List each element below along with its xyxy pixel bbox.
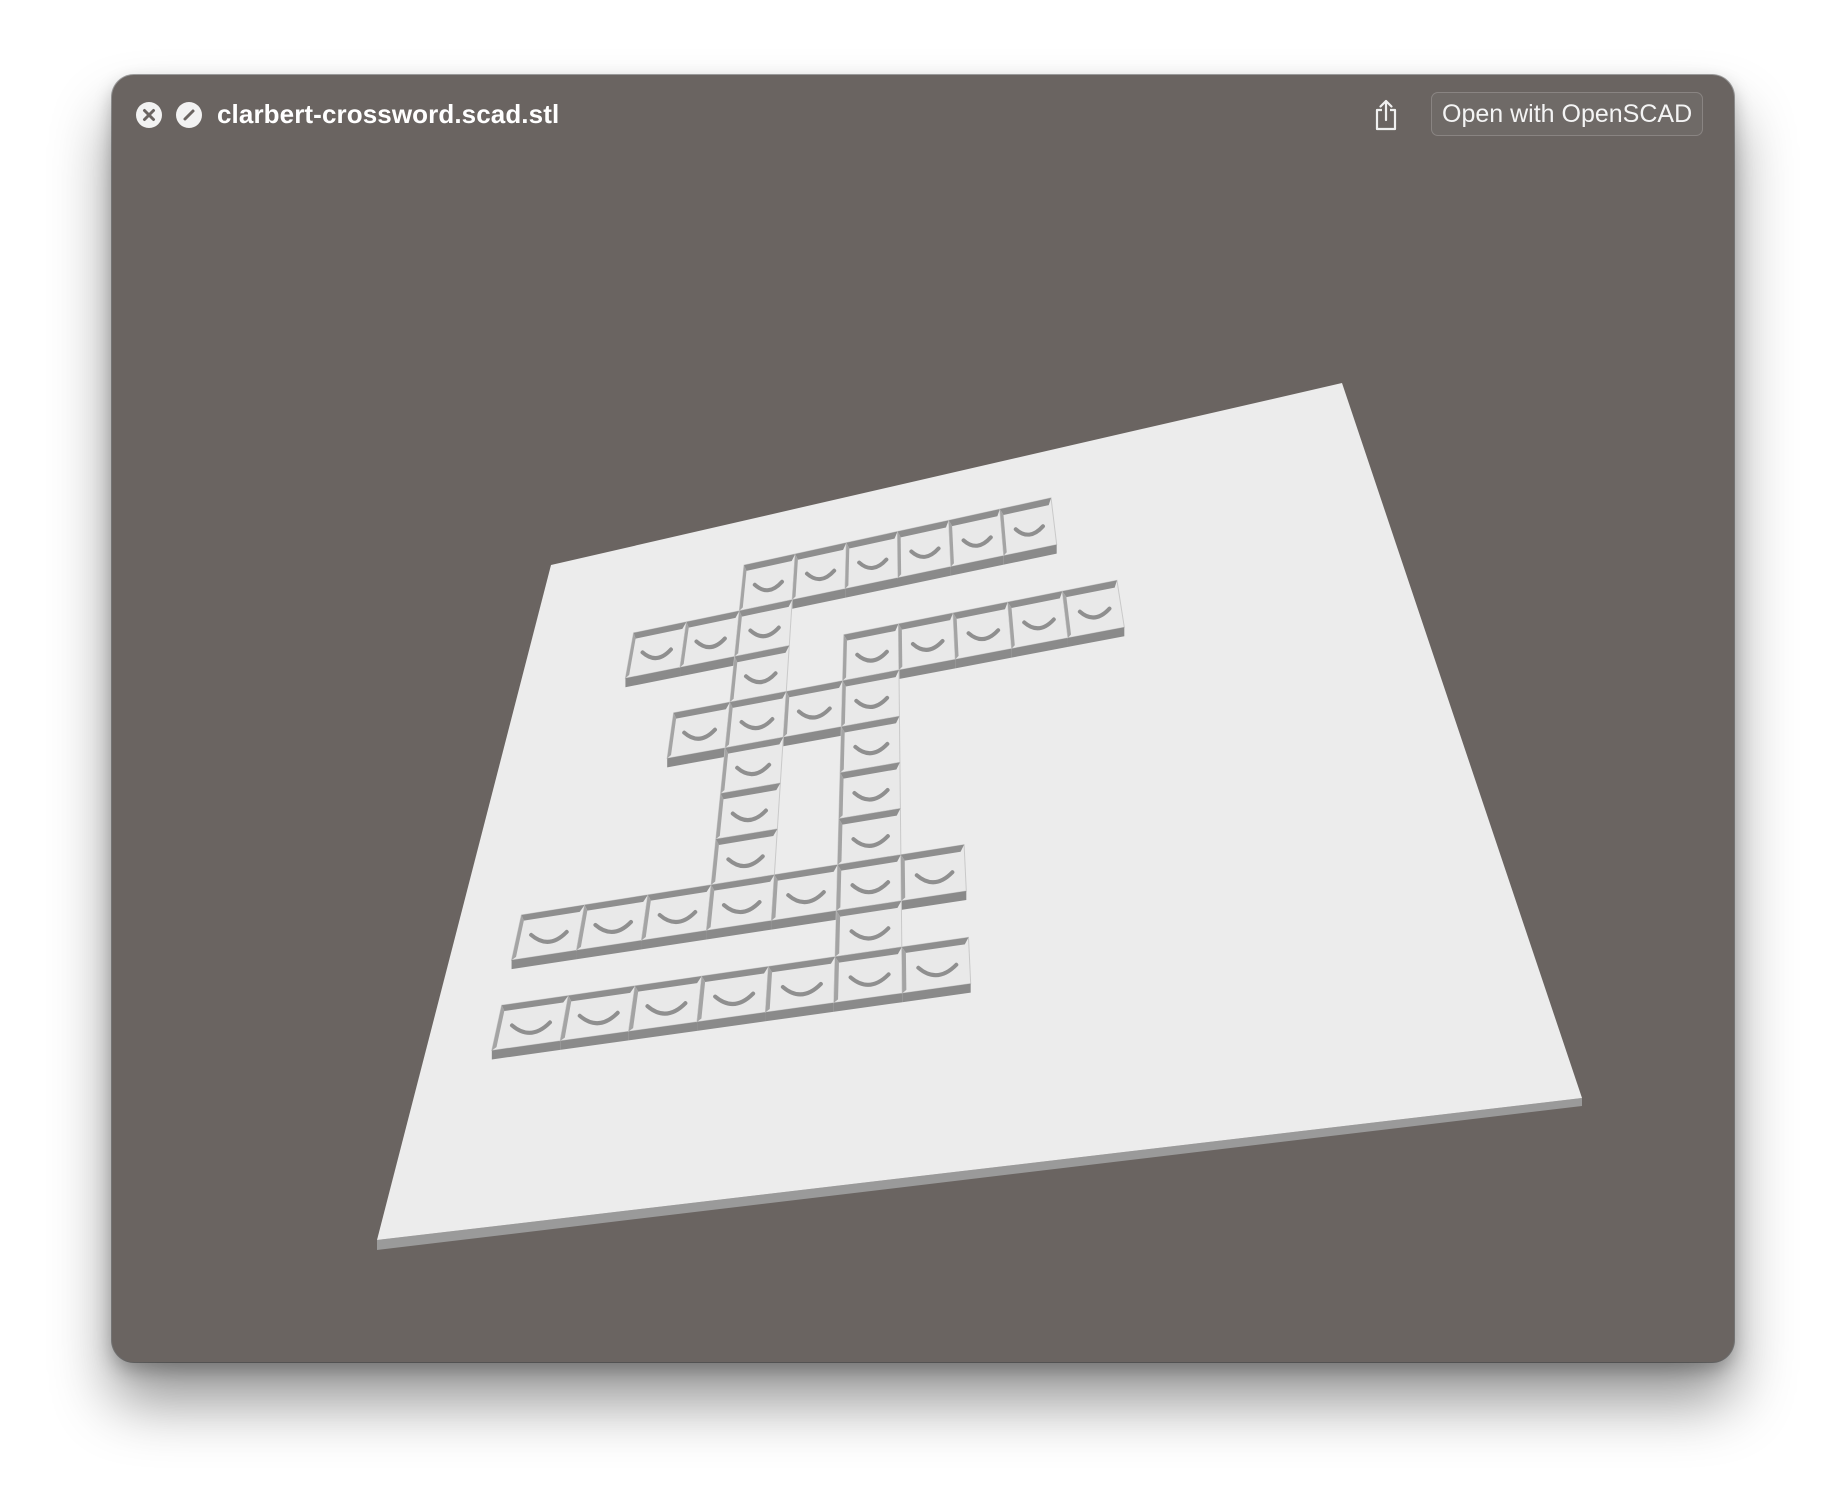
quicklook-window: clarbert-crossword.scad.stl Open with Op… [112,75,1734,1362]
hide-button[interactable] [176,102,202,128]
cell-side-wall [898,623,903,671]
stl-model-render [377,383,1582,1250]
share-icon [1375,99,1397,131]
3d-model-viewport[interactable] [112,155,1734,1362]
title-bar: clarbert-crossword.scad.stl Open with Op… [112,75,1734,155]
cell-side-wall [897,531,902,578]
close-icon [143,109,155,121]
open-with-button[interactable]: Open with OpenSCAD [1431,92,1704,136]
share-button[interactable] [1368,95,1404,135]
close-button[interactable] [136,102,162,128]
window-title: clarbert-crossword.scad.stl [217,99,560,129]
slash-circle-icon [183,109,195,121]
cell-side-wall [900,854,906,901]
plate-top [377,383,1582,1240]
cell-side-wall [901,947,907,994]
